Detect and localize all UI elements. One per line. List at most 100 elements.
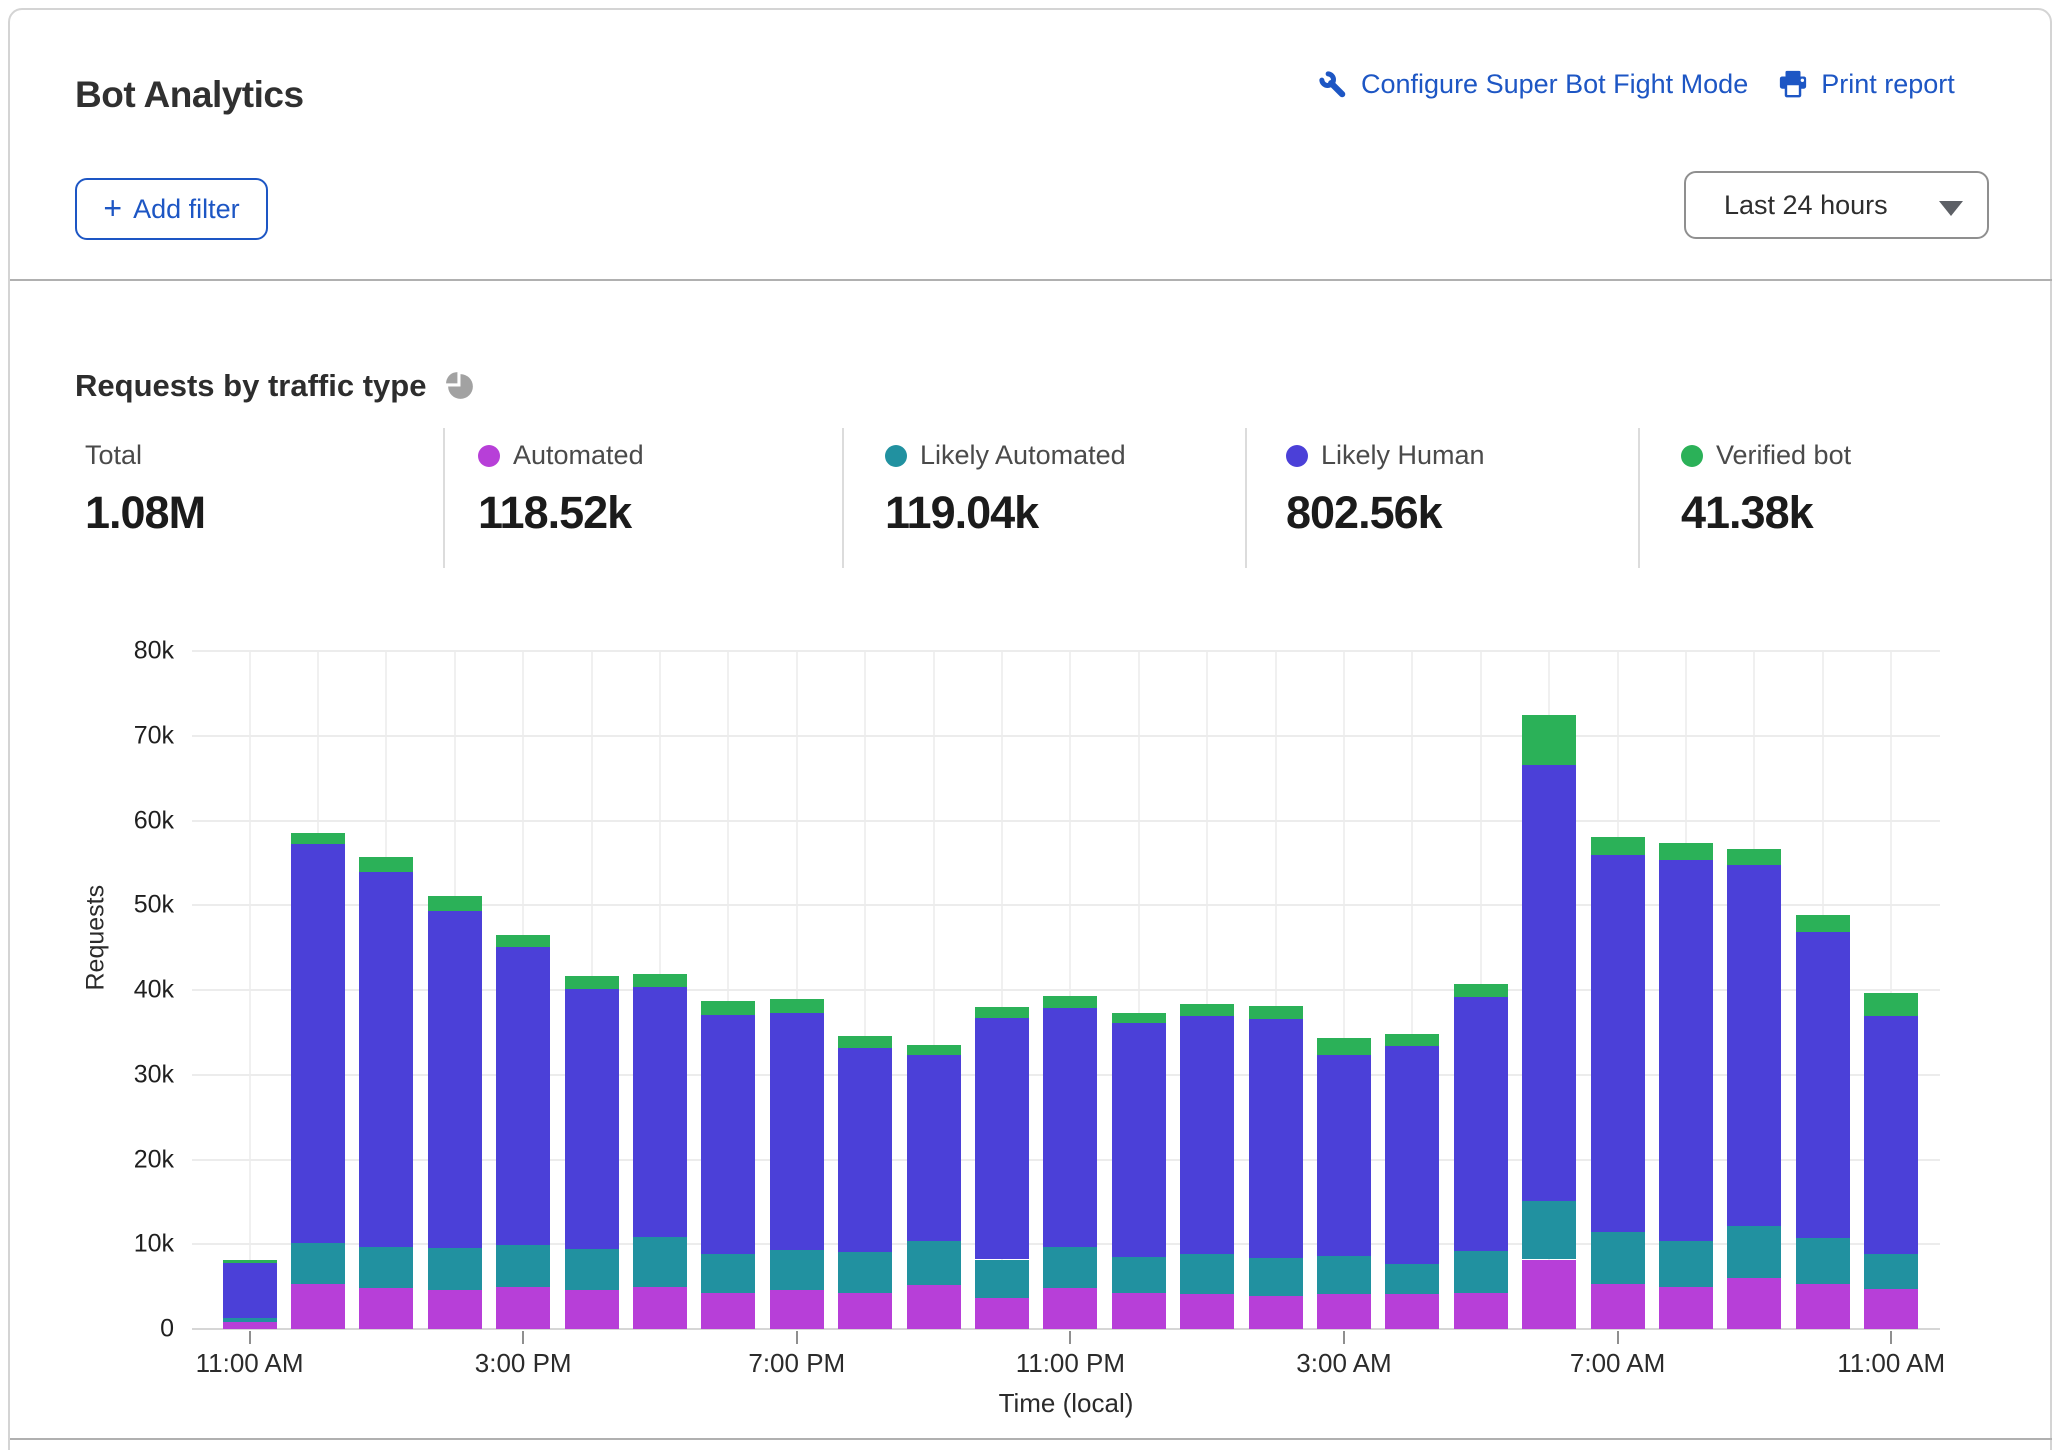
bar-segment[interactable] [1591, 855, 1645, 1232]
bar-segment[interactable] [1864, 1289, 1918, 1329]
bar-segment[interactable] [1112, 1023, 1166, 1257]
bar-segment[interactable] [1659, 1241, 1713, 1288]
bar-segment[interactable] [496, 1245, 550, 1287]
bar-segment[interactable] [565, 989, 619, 1249]
bar-segment[interactable] [565, 1249, 619, 1290]
bar-segment[interactable] [633, 974, 687, 988]
bar-segment[interactable] [838, 1048, 892, 1252]
bar-segment[interactable] [975, 1007, 1029, 1018]
bar-segment[interactable] [428, 1248, 482, 1290]
bar-segment[interactable] [1727, 849, 1781, 864]
bar-segment[interactable] [1112, 1293, 1166, 1329]
bar-segment[interactable] [1249, 1006, 1303, 1019]
bar-segment[interactable] [496, 947, 550, 1245]
bar-segment[interactable] [838, 1036, 892, 1048]
bar-segment[interactable] [1043, 1008, 1097, 1247]
bar-segment[interactable] [359, 1288, 413, 1329]
bar-segment[interactable] [1659, 860, 1713, 1241]
bar-segment[interactable] [770, 1250, 824, 1290]
bar-segment[interactable] [633, 1287, 687, 1329]
bar-segment[interactable] [428, 896, 482, 911]
bar-segment[interactable] [1864, 993, 1918, 1016]
bar-segment[interactable] [975, 1298, 1029, 1329]
bar-segment[interactable] [633, 987, 687, 1237]
bar-segment[interactable] [1727, 865, 1781, 1226]
bar-segment[interactable] [1522, 715, 1576, 765]
bar-segment[interactable] [770, 1013, 824, 1250]
bar-segment[interactable] [428, 911, 482, 1247]
bar-segment[interactable] [1180, 1004, 1234, 1016]
bar-segment[interactable] [701, 1001, 755, 1015]
bar-segment[interactable] [1180, 1016, 1234, 1253]
bar-segment[interactable] [1796, 1284, 1850, 1329]
configure-super-bot-fight-mode-link[interactable]: Configure Super Bot Fight Mode [1317, 69, 1748, 100]
bar-segment[interactable] [1043, 1288, 1097, 1329]
bar-segment[interactable] [223, 1318, 277, 1322]
bar-segment[interactable] [701, 1254, 755, 1294]
bar-segment[interactable] [1591, 1232, 1645, 1284]
bar-segment[interactable] [1385, 1294, 1439, 1329]
bar-segment[interactable] [1043, 996, 1097, 1008]
bar-segment[interactable] [223, 1260, 277, 1263]
bar-segment[interactable] [1522, 765, 1576, 1201]
bar-segment[interactable] [1317, 1256, 1371, 1294]
bar-segment[interactable] [1796, 932, 1850, 1239]
bar-segment[interactable] [1454, 984, 1508, 997]
bar-segment[interactable] [701, 1293, 755, 1329]
bar-segment[interactable] [701, 1015, 755, 1254]
bar-segment[interactable] [1659, 843, 1713, 860]
add-filter-button[interactable]: + Add filter [75, 178, 268, 240]
bar-segment[interactable] [1043, 1247, 1097, 1289]
bar-segment[interactable] [428, 1290, 482, 1329]
bar-segment[interactable] [1659, 1287, 1713, 1329]
bar-segment[interactable] [1796, 1238, 1850, 1284]
bar-segment[interactable] [1727, 1226, 1781, 1279]
bar-segment[interactable] [1522, 1201, 1576, 1259]
bar-segment[interactable] [1112, 1257, 1166, 1293]
bar-segment[interactable] [1864, 1016, 1918, 1253]
bar-segment[interactable] [633, 1237, 687, 1286]
bar-segment[interactable] [291, 1284, 345, 1329]
bar-segment[interactable] [1864, 1254, 1918, 1290]
bar-segment[interactable] [907, 1241, 961, 1285]
bar-segment[interactable] [1317, 1055, 1371, 1256]
bar-segment[interactable] [1180, 1254, 1234, 1295]
bar-segment[interactable] [838, 1293, 892, 1329]
bar-segment[interactable] [838, 1252, 892, 1293]
bar-segment[interactable] [223, 1263, 277, 1318]
bar-segment[interactable] [359, 872, 413, 1247]
bar-segment[interactable] [1385, 1264, 1439, 1295]
bar-segment[interactable] [907, 1045, 961, 1055]
bar-segment[interactable] [1591, 1284, 1645, 1329]
bar-segment[interactable] [496, 935, 550, 947]
bar-segment[interactable] [907, 1055, 961, 1241]
bar-segment[interactable] [770, 999, 824, 1013]
bar-segment[interactable] [1317, 1038, 1371, 1055]
bar-segment[interactable] [1317, 1294, 1371, 1329]
bar-segment[interactable] [1454, 1293, 1508, 1329]
bar-segment[interactable] [359, 1247, 413, 1289]
bar-segment[interactable] [1727, 1278, 1781, 1329]
bar-segment[interactable] [359, 857, 413, 872]
bar-segment[interactable] [565, 976, 619, 989]
bar-segment[interactable] [1249, 1019, 1303, 1258]
bar-segment[interactable] [975, 1260, 1029, 1299]
bar-segment[interactable] [496, 1287, 550, 1329]
bar-segment[interactable] [565, 1290, 619, 1329]
bar-segment[interactable] [223, 1322, 277, 1329]
bar-segment[interactable] [1385, 1046, 1439, 1264]
bar-segment[interactable] [291, 833, 345, 844]
bar-segment[interactable] [1591, 837, 1645, 855]
bar-segment[interactable] [291, 844, 345, 1242]
bar-segment[interactable] [1249, 1296, 1303, 1329]
bar-segment[interactable] [1454, 1251, 1508, 1293]
bar-segment[interactable] [1249, 1258, 1303, 1296]
pie-chart-icon[interactable] [444, 370, 477, 403]
bar-segment[interactable] [907, 1285, 961, 1329]
print-report-link[interactable]: Print report [1778, 69, 1955, 100]
bar-segment[interactable] [291, 1243, 345, 1285]
bar-segment[interactable] [1796, 915, 1850, 932]
time-range-select[interactable]: Last 24 hours [1684, 171, 1989, 239]
bar-segment[interactable] [975, 1018, 1029, 1260]
bar-segment[interactable] [1180, 1294, 1234, 1329]
